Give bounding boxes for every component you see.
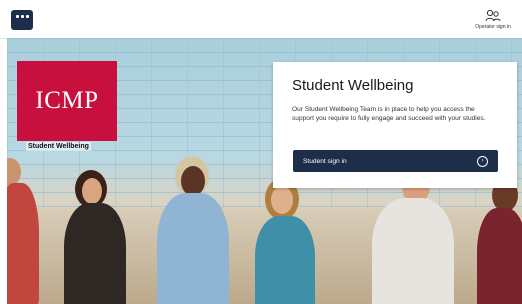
welcome-card: Student Wellbeing Our Student Wellbeing … bbox=[273, 62, 517, 188]
icmp-logo: ICMP bbox=[17, 61, 117, 141]
card-description: Our Student Wellbeing Team is in place t… bbox=[292, 106, 486, 123]
operator-sign-in-button[interactable]: Operator sign in bbox=[468, 9, 518, 30]
logo-text: ICMP bbox=[35, 87, 99, 114]
menu-button[interactable] bbox=[11, 10, 33, 30]
student-sign-in-label: Student sign in bbox=[303, 157, 347, 165]
logo-subtitle: Student Wellbeing bbox=[26, 142, 91, 151]
arrow-right-circle-icon: › bbox=[477, 155, 488, 167]
operator-sign-in-label: Operator sign in bbox=[475, 24, 511, 30]
student-sign-in-button[interactable]: Student sign in › bbox=[293, 150, 498, 172]
grid-menu-icon-dot bbox=[26, 15, 29, 18]
users-key-icon bbox=[485, 9, 501, 22]
grid-menu-icon-dot bbox=[21, 15, 24, 18]
card-title: Student Wellbeing bbox=[292, 77, 414, 94]
top-bar: Operator sign in bbox=[0, 0, 522, 39]
grid-menu-icon bbox=[16, 15, 19, 18]
